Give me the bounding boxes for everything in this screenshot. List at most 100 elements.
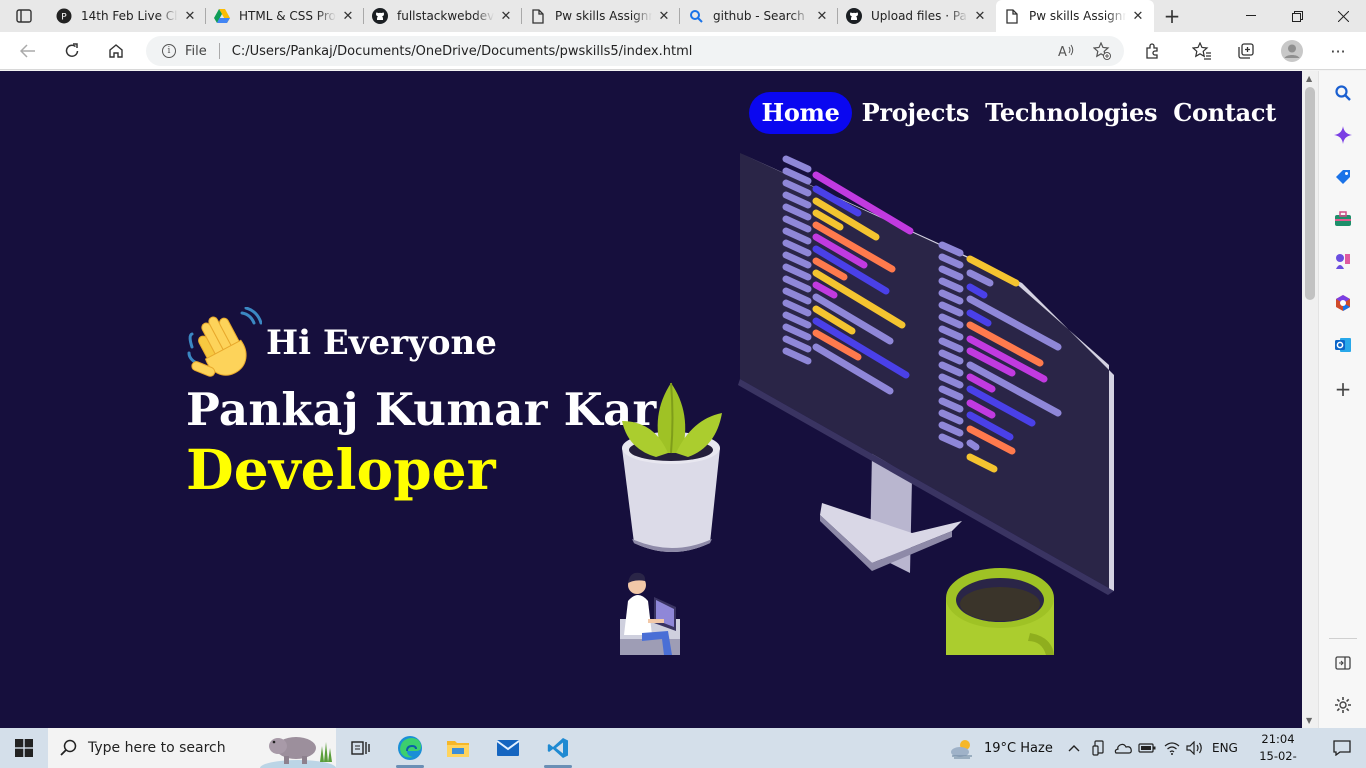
page-scrollbar[interactable]: ▲ ▼ xyxy=(1302,71,1318,728)
close-tab-icon[interactable]: ✕ xyxy=(498,8,514,24)
search-placeholder: Type here to search xyxy=(88,740,226,756)
page-viewport: Home Projects Technologies Contact Hi Ev… xyxy=(0,71,1302,728)
tab-title: HTML & CSS Projects xyxy=(239,9,336,23)
scrollbar-thumb[interactable] xyxy=(1305,87,1315,300)
close-window-button[interactable] xyxy=(1320,0,1366,32)
google-drive-icon xyxy=(214,8,230,24)
tab-live-class[interactable]: P 14th Feb Live Class ✕ xyxy=(48,0,206,32)
tab-title: 14th Feb Live Class xyxy=(81,9,178,23)
games-icon[interactable] xyxy=(1331,249,1355,273)
weather-widget[interactable]: 19°C Haze xyxy=(950,728,1053,768)
notifications-icon[interactable] xyxy=(1318,728,1366,768)
tools-icon[interactable] xyxy=(1331,207,1355,231)
taskbar-search[interactable]: Type here to search xyxy=(48,728,336,768)
close-tab-icon[interactable]: ✕ xyxy=(814,8,830,24)
next-section-peek xyxy=(594,719,654,728)
url-text[interactable]: C:/Users/Pankaj/Documents/OneDrive/Docum… xyxy=(232,44,693,59)
collections-icon[interactable] xyxy=(1232,37,1260,65)
tab-title: fullstackwebdeveloper xyxy=(397,9,494,23)
favorites-icon[interactable] xyxy=(1188,37,1216,65)
language-indicator[interactable]: ENG xyxy=(1212,728,1238,768)
tab-title: Upload files · Pankaj xyxy=(871,9,968,23)
close-tab-icon[interactable]: ✕ xyxy=(182,8,198,24)
nav-home[interactable]: Home xyxy=(749,92,852,134)
tab-title: Pw skills Assignment xyxy=(1029,9,1126,23)
github-icon xyxy=(846,8,862,24)
tab-github-search[interactable]: github - Search ✕ xyxy=(680,0,838,32)
tab-html-css-projects[interactable]: HTML & CSS Projects ✕ xyxy=(206,0,364,32)
tab-title: github - Search xyxy=(713,9,805,23)
nav-projects[interactable]: Projects xyxy=(856,92,975,134)
tab-github-repo[interactable]: fullstackwebdeveloper ✕ xyxy=(364,0,522,32)
home-button[interactable] xyxy=(102,37,130,65)
plant-pot xyxy=(622,382,722,552)
outlook-icon[interactable] xyxy=(1331,333,1355,357)
developer-name: Pankaj Kumar Kar xyxy=(186,383,657,436)
close-tab-icon[interactable]: ✕ xyxy=(972,8,988,24)
shopping-tag-icon[interactable] xyxy=(1331,165,1355,189)
search-icon[interactable] xyxy=(1331,81,1355,105)
file-explorer-icon[interactable] xyxy=(434,728,482,768)
onedrive-cloud-icon[interactable] xyxy=(1114,728,1132,768)
tab-title: Pw skills Assignment xyxy=(555,9,652,23)
url-bar[interactable]: i File C:/Users/Pankaj/Documents/OneDriv… xyxy=(146,36,1124,66)
volume-icon[interactable] xyxy=(1186,728,1204,768)
minimize-button[interactable] xyxy=(1228,0,1274,32)
developer-illustration xyxy=(620,153,1114,655)
windows-start-icon[interactable] xyxy=(0,728,48,768)
tab-actions-icon[interactable] xyxy=(10,6,38,26)
profile-avatar[interactable] xyxy=(1278,37,1306,65)
close-tab-icon[interactable]: ✕ xyxy=(1130,8,1146,24)
refresh-button[interactable] xyxy=(58,37,86,65)
more-menu-icon[interactable]: ··· xyxy=(1324,37,1352,65)
nav-contact[interactable]: Contact xyxy=(1167,92,1282,134)
sparkle-icon[interactable] xyxy=(1331,123,1355,147)
restore-button[interactable] xyxy=(1274,0,1320,32)
settings-gear-icon[interactable] xyxy=(1331,693,1355,717)
site-nav: Home Projects Technologies Contact xyxy=(749,92,1282,134)
monitor-screen xyxy=(740,153,1114,591)
office-icon[interactable] xyxy=(1331,291,1355,315)
clock[interactable]: 21:04 15-02-2023 xyxy=(1248,731,1308,768)
vscode-icon[interactable] xyxy=(534,728,582,768)
search-icon xyxy=(60,739,77,756)
hero-section: Hi Everyone Pankaj Kumar Kar Developer xyxy=(186,307,657,503)
show-hidden-icons-chevron-up-icon[interactable] xyxy=(1068,728,1080,768)
mail-icon[interactable] xyxy=(484,728,532,768)
close-tab-icon[interactable]: ✕ xyxy=(340,8,356,24)
svg-text:P: P xyxy=(61,13,67,23)
wifi-icon[interactable] xyxy=(1164,728,1180,768)
back-button[interactable] xyxy=(14,37,42,65)
nav-technologies[interactable]: Technologies xyxy=(979,92,1163,134)
tab-pw-assignment[interactable]: Pw skills Assignment ✕ xyxy=(522,0,680,32)
new-tab-button[interactable]: + xyxy=(1160,4,1184,28)
windows-taskbar: Type here to search 19°C Haze ENG 21:04 … xyxy=(0,728,1366,768)
page-icon xyxy=(1004,8,1020,24)
add-sidebar-app-icon[interactable]: + xyxy=(1331,377,1355,401)
task-view-icon[interactable] xyxy=(336,728,384,768)
clock-time: 21:04 xyxy=(1261,732,1295,746)
search-icon xyxy=(688,8,704,24)
battery-icon[interactable] xyxy=(1138,728,1156,768)
close-tab-icon[interactable]: ✕ xyxy=(656,8,672,24)
edge-browser-icon[interactable] xyxy=(386,728,434,768)
read-aloud-icon[interactable]: A xyxy=(1056,41,1076,61)
coffee-mug xyxy=(946,568,1054,655)
extensions-icon[interactable] xyxy=(1139,37,1167,65)
hippo-illustration-icon xyxy=(260,737,336,768)
github-icon xyxy=(372,8,388,24)
address-toolbar: i File C:/Users/Pankaj/Documents/OneDriv… xyxy=(0,32,1366,70)
device-icon[interactable] xyxy=(1092,728,1106,768)
tab-upload-files[interactable]: Upload files · Pankaj ✕ xyxy=(838,0,996,32)
hide-sidebar-icon[interactable] xyxy=(1331,651,1355,675)
edge-sidebar: + xyxy=(1318,71,1366,728)
person-with-laptop xyxy=(620,572,680,655)
pw-logo-icon: P xyxy=(56,8,72,24)
waving-hand-icon xyxy=(187,307,262,377)
weather-haze-icon xyxy=(951,740,972,759)
info-icon[interactable]: i xyxy=(162,44,176,58)
page-icon xyxy=(530,8,546,24)
add-favorite-icon[interactable] xyxy=(1092,41,1112,61)
tab-pw-assignment-active[interactable]: Pw skills Assignment ✕ xyxy=(996,0,1154,32)
url-protocol: File xyxy=(185,43,207,59)
